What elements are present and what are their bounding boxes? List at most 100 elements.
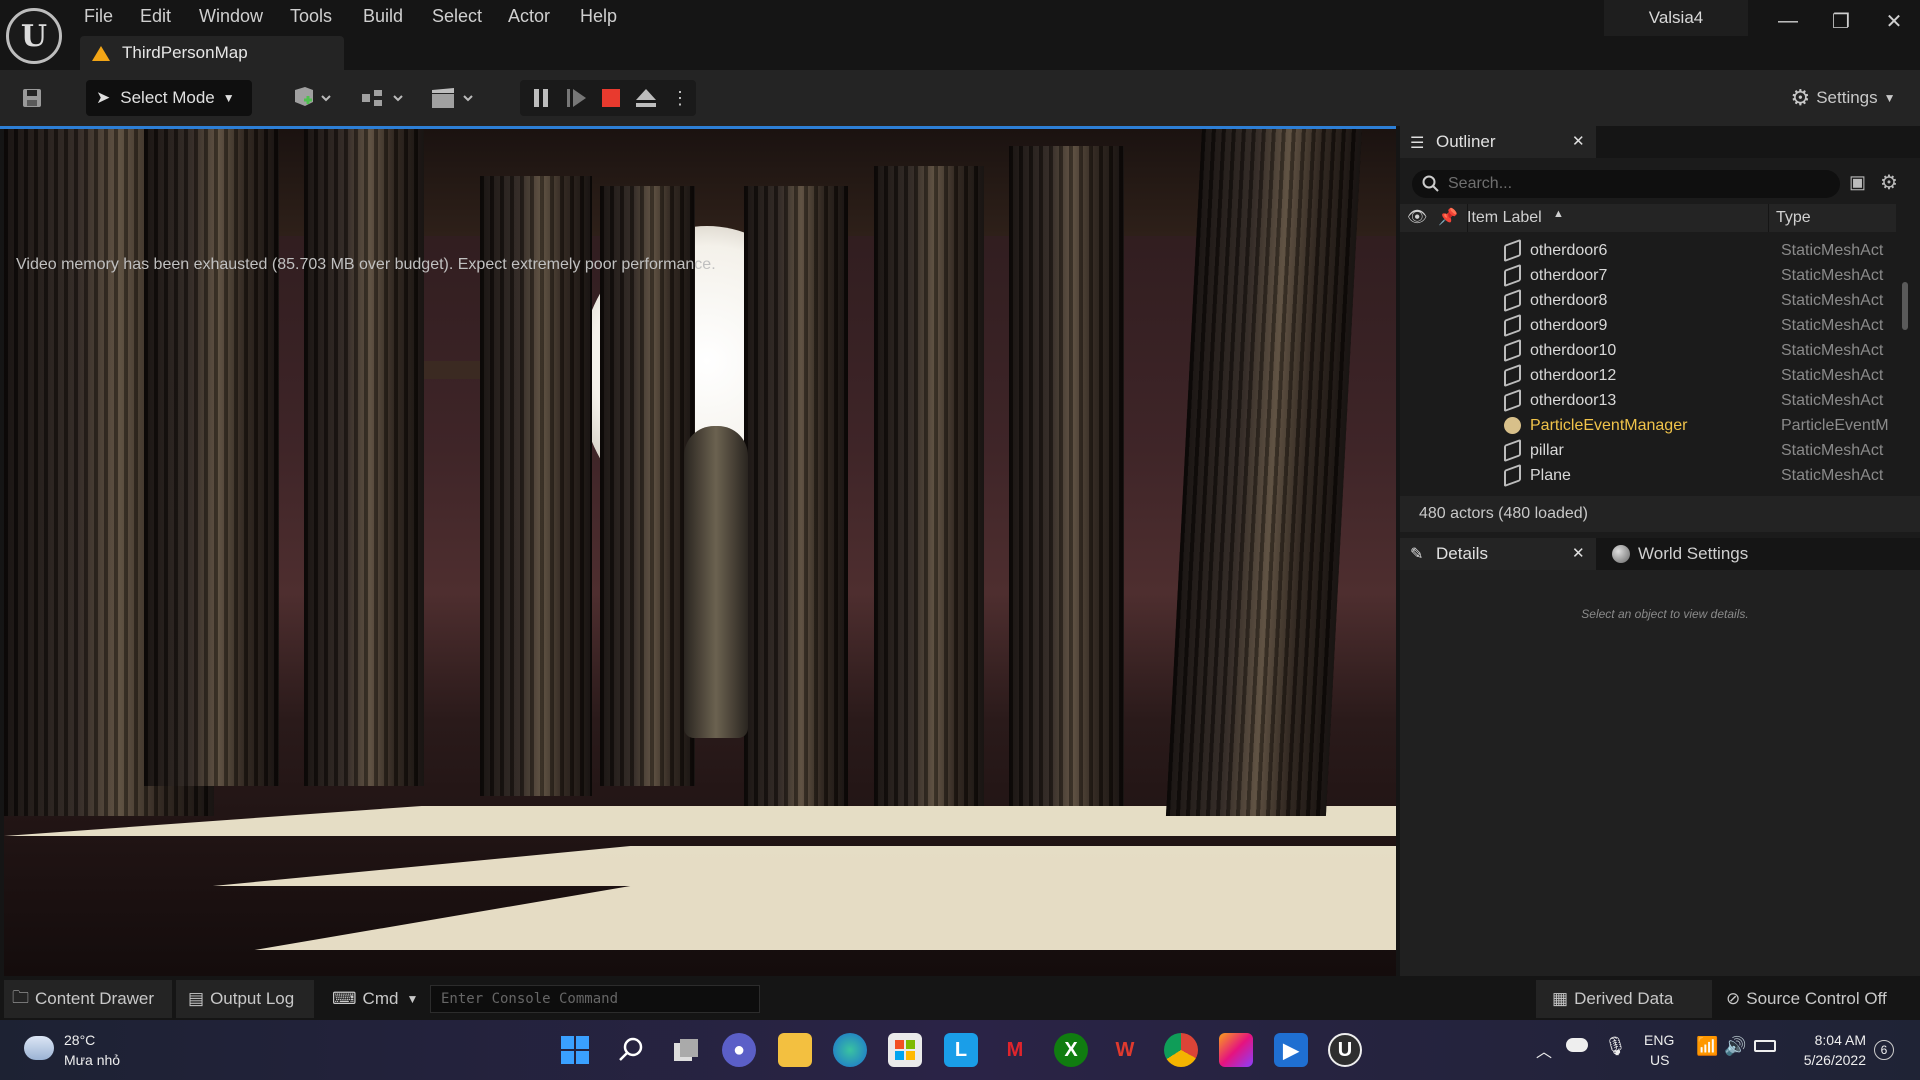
clock-date[interactable]: 5/26/2022 [1790,1052,1866,1068]
outliner-row[interactable]: otherdoor7 StaticMeshAct [1400,263,1896,288]
static-mesh-icon [1504,263,1521,288]
menu-file[interactable]: File [84,4,113,28]
pillar [144,126,279,786]
edge-browser-icon[interactable] [833,1033,867,1067]
details-panel [1400,570,1920,976]
tab-outliner[interactable]: ☰ Outliner ✕ [1400,126,1596,158]
cinematics-icon[interactable] [428,80,476,116]
language-indicator[interactable]: ENG [1644,1032,1674,1048]
database-icon: ▦ [1552,989,1569,1008]
battery-icon[interactable] [1754,1040,1776,1052]
photo-editor-icon[interactable] [1219,1033,1253,1067]
menu-actor[interactable]: Actor [508,4,550,28]
close-button[interactable]: ✕ [1874,4,1914,38]
outliner-row-type: StaticMeshAct [1781,367,1884,384]
outliner-row[interactable]: otherdoor10 StaticMeshAct [1400,338,1896,363]
menu-edit[interactable]: Edit [140,4,171,28]
outliner-row[interactable]: pillar StaticMeshAct [1400,438,1896,463]
map-tab-label: ThirdPersonMap [122,43,248,62]
column-type[interactable]: Type [1776,209,1811,227]
menu-select[interactable]: Select [432,4,482,28]
cmd-dropdown[interactable]: ⌨ Cmd ▼ [332,984,418,1014]
step-frame-icon[interactable] [562,80,592,116]
tab-details[interactable]: ✎ Details ✕ [1400,538,1596,570]
outliner-row[interactable]: otherdoor9 StaticMeshAct [1400,313,1896,338]
settings-button[interactable]: ⚙ Settings ▼ [1782,80,1904,116]
save-icon[interactable] [14,82,50,114]
outliner-scrollbar[interactable] [1902,282,1908,330]
teams-chat-icon[interactable]: ● [722,1033,756,1067]
unreal-engine-taskbar-icon[interactable]: U [1328,1033,1362,1067]
weather-description[interactable]: Mưa nhỏ [64,1052,120,1068]
menu-help[interactable]: Help [580,4,617,28]
derived-data-label: Derived Data [1574,989,1674,1008]
select-mode-dropdown[interactable]: ➤ Select Mode ▼ [86,80,252,116]
close-icon[interactable]: ✕ [1572,544,1585,562]
outliner-search-input[interactable]: Search... [1412,170,1840,198]
blueprint-icon[interactable] [358,80,406,116]
notification-badge[interactable]: 6 [1874,1040,1894,1060]
outliner-row-type: StaticMeshAct [1781,392,1884,409]
menu-build[interactable]: Build [363,4,403,28]
microsoft-store-icon[interactable] [888,1033,922,1067]
details-empty-message: Select an object to view details. [1581,607,1749,621]
outliner-row[interactable]: ParticleEventManager ParticleEventM [1400,413,1896,438]
chrome-icon[interactable] [1164,1033,1198,1067]
static-mesh-icon [1504,388,1521,413]
cmd-label: Cmd [362,989,399,1008]
cloud-rain-icon[interactable] [24,1036,54,1060]
minimize-button[interactable]: — [1768,4,1808,38]
xbox-icon[interactable]: X [1054,1033,1088,1067]
weather-temperature[interactable]: 28°C [64,1032,95,1048]
outliner-row-label: otherdoor10 [1530,342,1617,359]
output-log-button[interactable]: ▤ Output Log [188,984,294,1014]
windows-start-icon[interactable] [558,1033,592,1067]
map-tab[interactable]: ThirdPersonMap [80,36,344,70]
outliner-row[interactable]: Plane StaticMeshAct [1400,463,1896,488]
tab-world-settings[interactable]: World Settings [1604,538,1784,570]
level-viewport[interactable]: Video memory has been exhausted (85.703 … [4,126,1396,976]
volume-icon[interactable]: 🔊 [1724,1036,1746,1057]
eject-icon[interactable] [631,80,661,116]
region-indicator[interactable]: US [1650,1052,1669,1068]
column-item-label[interactable]: Item Label [1467,209,1542,227]
add-actor-icon[interactable] [288,80,336,116]
file-explorer-icon[interactable] [778,1033,812,1067]
more-options-icon[interactable]: ⋮ [670,80,690,116]
maximize-button[interactable]: ❐ [1821,4,1861,38]
menu-window[interactable]: Window [199,4,263,28]
clock-time[interactable]: 8:04 AM [1796,1032,1866,1048]
gear-icon[interactable]: ⚙ [1880,170,1898,195]
unreal-logo-icon[interactable]: U [6,8,62,64]
outliner-row-type: ParticleEventM [1781,417,1889,434]
eye-icon[interactable]: 👁 [1407,207,1427,227]
l-app-icon[interactable]: L [944,1033,978,1067]
outliner-row[interactable]: otherdoor13 StaticMeshAct [1400,388,1896,413]
menu-tools[interactable]: Tools [290,4,332,28]
pin-icon[interactable]: 📌 [1438,207,1458,227]
show-hidden-icons-chevron[interactable]: ︿ [1536,1038,1552,1062]
wifi-icon[interactable]: 📶 [1696,1036,1718,1057]
search-icon[interactable] [614,1033,648,1067]
wps-office-icon[interactable]: W [1108,1033,1142,1067]
microphone-icon[interactable]: 🎙 [1604,1036,1627,1057]
console-command-input[interactable]: Enter Console Command [430,985,760,1013]
video-player-icon[interactable]: ▶ [1274,1033,1308,1067]
stop-icon[interactable] [597,80,625,116]
mcafee-icon[interactable]: M [998,1033,1032,1067]
character [684,426,748,738]
onedrive-icon[interactable] [1566,1038,1588,1052]
outliner-row-type: StaticMeshAct [1781,317,1884,334]
pause-icon[interactable] [526,80,556,116]
outliner-row[interactable]: otherdoor12 StaticMeshAct [1400,363,1896,388]
outliner-row[interactable]: otherdoor6 StaticMeshAct [1400,238,1896,263]
new-folder-icon[interactable]: ▣ [1849,172,1866,193]
task-view-icon[interactable] [669,1033,703,1067]
content-drawer-button[interactable]: 🗀 Content Drawer [12,984,154,1014]
source-control-button[interactable]: ⊘ Source Control Off [1726,984,1887,1014]
outliner-header: 👁 📌 Item Label ▲ Type [1400,204,1896,232]
output-log-label: Output Log [210,989,295,1008]
derived-data-button[interactable]: ▦ Derived Data [1552,984,1673,1014]
outliner-row[interactable]: otherdoor8 StaticMeshAct [1400,288,1896,313]
close-icon[interactable]: ✕ [1572,132,1585,150]
